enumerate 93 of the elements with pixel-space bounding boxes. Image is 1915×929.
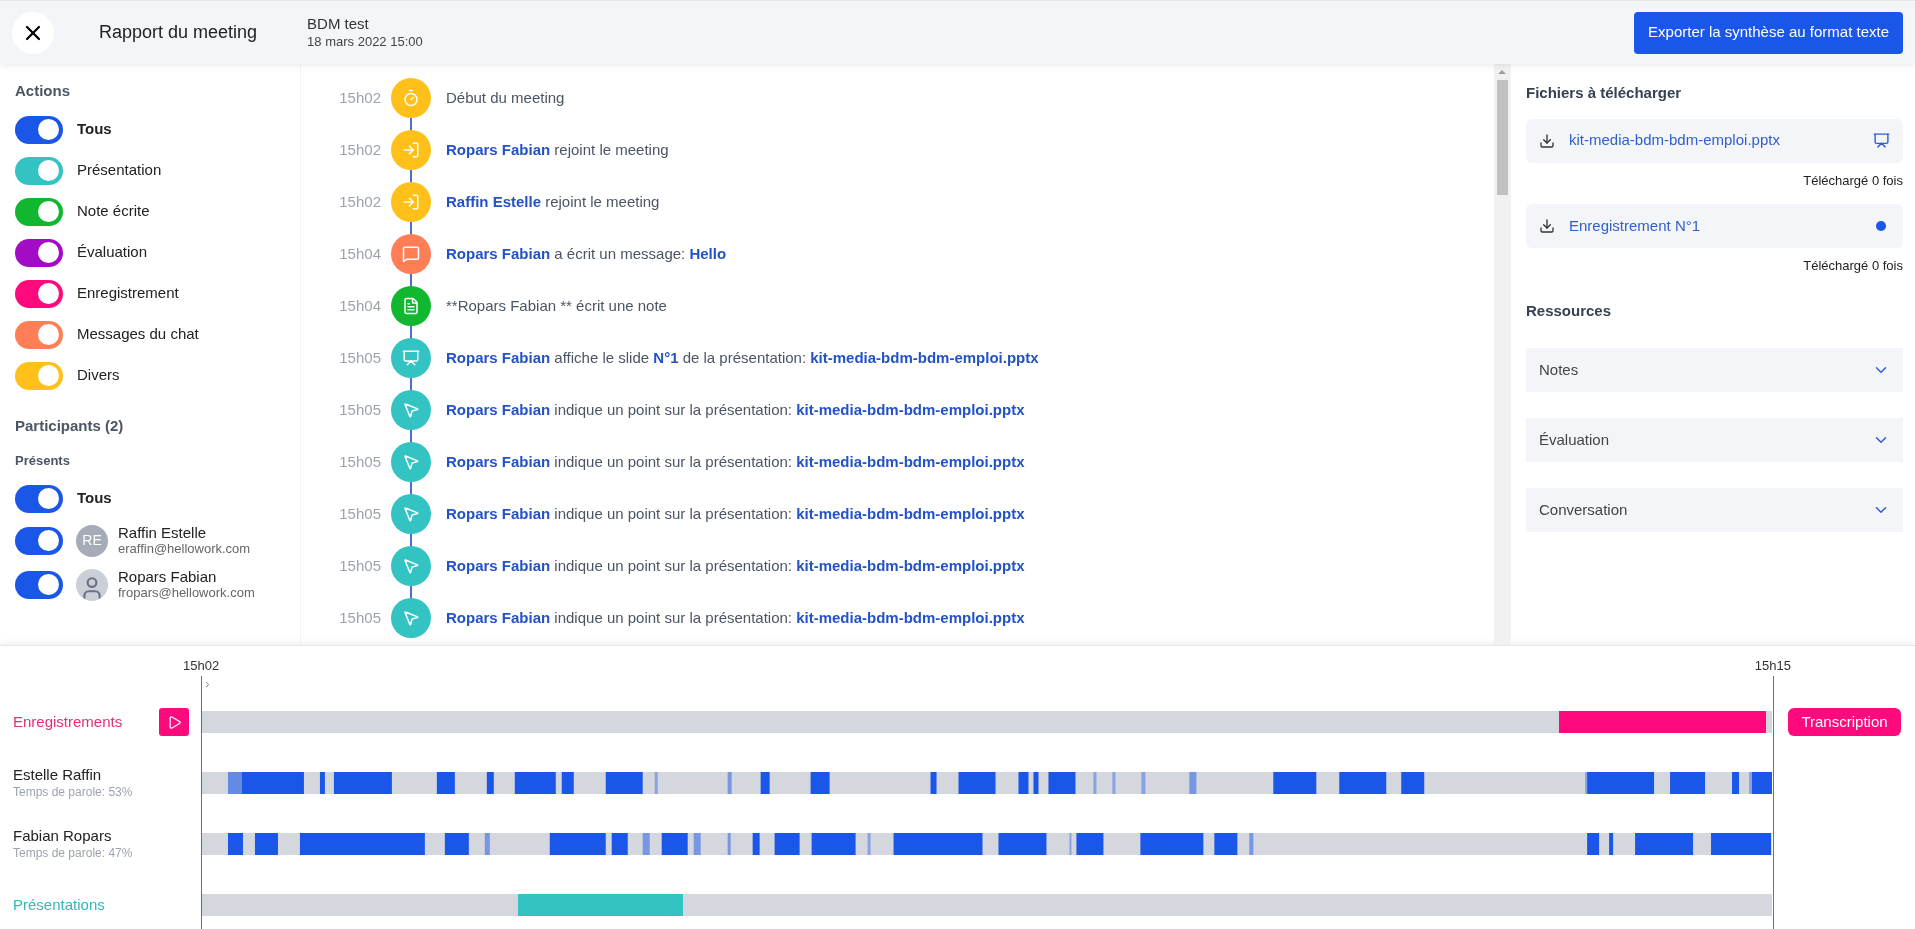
file-download-row[interactable]: Enregistrement N°1 bbox=[1526, 204, 1903, 248]
easel-chart-icon bbox=[1873, 132, 1890, 149]
cursor-arrow-icon bbox=[402, 609, 420, 627]
toggle-switch[interactable] bbox=[15, 156, 63, 185]
speech-bubble-icon bbox=[402, 245, 420, 263]
toggle-switch[interactable] bbox=[15, 197, 63, 226]
event-time: 15h02 bbox=[338, 191, 381, 212]
download-icon bbox=[1539, 218, 1555, 234]
toggle-switch[interactable] bbox=[15, 570, 63, 599]
avatar-initials: RE bbox=[76, 524, 108, 557]
filter-label: Divers bbox=[77, 365, 120, 386]
event-description: **Ropars Fabian ** écrit une note bbox=[446, 295, 667, 316]
event-time: 15h05 bbox=[338, 555, 381, 576]
download-count: Téléchargé 0 fois bbox=[1803, 257, 1903, 275]
filter-label: Évaluation bbox=[77, 242, 148, 263]
toggle-switch[interactable] bbox=[15, 526, 63, 555]
event-time: 15h05 bbox=[338, 347, 381, 368]
event-time: 15h05 bbox=[338, 399, 381, 420]
download-count: Téléchargé 0 fois bbox=[1803, 171, 1903, 190]
track-label: Enregistrements bbox=[13, 711, 123, 732]
enter-arrow-icon bbox=[402, 193, 420, 211]
event-time: 15h05 bbox=[338, 503, 381, 524]
event-description: Ropars Fabian indique un point sur la présentation: kit-media-bdm-bdm-emploi.pptx bbox=[446, 555, 1025, 576]
accordion-header[interactable]: Évaluation bbox=[1526, 418, 1903, 462]
toggle-switch[interactable] bbox=[15, 320, 63, 349]
participant-name: Ropars Fabian bbox=[118, 569, 218, 586]
section-heading: Actions bbox=[15, 81, 71, 101]
event-description: Ropars Fabian affiche le slide N°1 de la présentation: kit-media-bdm-bdm-emploi.pptx bbox=[446, 347, 1039, 368]
export-button[interactable]: Exporter la synthèse au format texte bbox=[1634, 11, 1903, 54]
cursor-arrow-icon bbox=[402, 453, 420, 471]
file-download-row[interactable]: kit-media-bdm-bdm-emploi.pptx bbox=[1526, 118, 1903, 163]
section-subheading: Présents bbox=[15, 452, 71, 470]
play-icon bbox=[166, 714, 182, 730]
event-time: 15h05 bbox=[338, 451, 381, 472]
cursor-arrow-icon bbox=[402, 401, 420, 419]
toggle-switch[interactable] bbox=[15, 361, 63, 390]
event-description: Ropars Fabian a écrit un message: Hello bbox=[446, 243, 727, 264]
meeting-name: BDM test bbox=[307, 15, 370, 34]
toggle-switch[interactable] bbox=[15, 115, 63, 144]
recording-track[interactable] bbox=[202, 711, 1772, 733]
filter-label: Note écrite bbox=[77, 201, 150, 222]
event-time: 15h04 bbox=[338, 295, 381, 316]
event-description: Ropars Fabian rejoint le meeting bbox=[446, 139, 669, 160]
participant-name: Raffin Estelle bbox=[118, 525, 208, 542]
filter-label: Tous bbox=[77, 488, 112, 509]
enter-arrow-icon bbox=[402, 141, 420, 159]
track-label: Fabian Ropars bbox=[13, 827, 113, 846]
timeline-end-time: 15h15 bbox=[1754, 657, 1791, 675]
event-description: Ropars Fabian indique un point sur la présentation: kit-media-bdm-bdm-emploi.pptx bbox=[446, 451, 1025, 472]
scrollbar-thumb[interactable] bbox=[1496, 80, 1508, 195]
page-title: Rapport du meeting bbox=[99, 21, 258, 44]
play-button[interactable] bbox=[159, 708, 189, 736]
event-description: Ropars Fabian indique un point sur la présentation: kit-media-bdm-bdm-emploi.pptx bbox=[446, 399, 1025, 420]
track-label: Présentations bbox=[13, 896, 105, 913]
event-description: Ropars Fabian indique un point sur la présentation: kit-media-bdm-bdm-emploi.pptx bbox=[446, 503, 1025, 524]
event-time: 15h05 bbox=[338, 607, 381, 628]
event-time: 15h02 bbox=[338, 87, 381, 108]
stopwatch-icon bbox=[402, 89, 420, 107]
filter-label: Tous bbox=[77, 119, 112, 140]
download-icon bbox=[1539, 132, 1555, 149]
event-time: 15h04 bbox=[338, 243, 381, 264]
event-time: 15h02 bbox=[338, 139, 381, 160]
chevron-right-icon bbox=[203, 679, 212, 689]
track-label: Estelle Raffin bbox=[13, 766, 103, 785]
speaking-time: Temps de parole: 53% bbox=[13, 784, 134, 800]
section-heading: Participants (2) bbox=[15, 415, 125, 436]
easel-chart-icon bbox=[402, 349, 420, 367]
cursor-arrow-icon bbox=[402, 505, 420, 523]
close-button[interactable] bbox=[12, 11, 54, 54]
section-heading: Fichiers à télécharger bbox=[1526, 83, 1683, 103]
transcription-button[interactable]: Transcription bbox=[1788, 708, 1901, 736]
toggle-switch[interactable] bbox=[15, 279, 63, 308]
speaking-time: Temps de parole: 47% bbox=[13, 845, 134, 861]
meeting-date: 18 mars 2022 15:00 bbox=[307, 33, 423, 50]
toggle-switch[interactable] bbox=[15, 238, 63, 267]
scrollbar[interactable] bbox=[1494, 64, 1510, 645]
accordion-header[interactable]: Conversation bbox=[1526, 488, 1903, 532]
timeline-start-time: 15h02 bbox=[183, 657, 220, 675]
toggle-switch[interactable] bbox=[15, 484, 63, 513]
filter-label: Enregistrement bbox=[77, 283, 179, 304]
filter-label: Messages du chat bbox=[77, 324, 199, 345]
filter-label: Présentation bbox=[77, 160, 162, 181]
event-description: Ropars Fabian indique un point sur la présentation: kit-media-bdm-bdm-emploi.pptx bbox=[446, 607, 1025, 628]
avatar-silhouette bbox=[76, 568, 108, 601]
section-heading: Ressources bbox=[1526, 300, 1613, 321]
participant-email: eraffin@hellowork.com bbox=[118, 541, 251, 556]
accordion-header[interactable]: Notes bbox=[1526, 348, 1903, 392]
event-description: Début du meeting bbox=[446, 87, 565, 108]
event-description: Raffin Estelle rejoint le meeting bbox=[446, 191, 660, 212]
cursor-arrow-icon bbox=[402, 557, 420, 575]
participant-email: fropars@hellowork.com bbox=[118, 585, 255, 600]
presentation-track[interactable] bbox=[202, 894, 1772, 916]
document-icon bbox=[402, 297, 420, 315]
